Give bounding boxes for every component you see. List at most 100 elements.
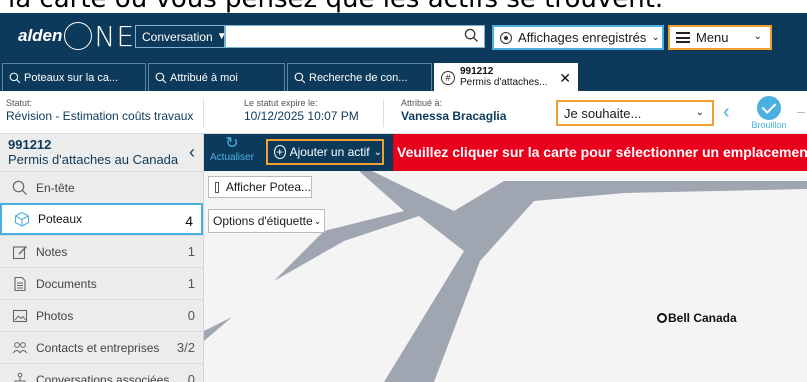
saved-views-label: Affichages enregistrés bbox=[518, 30, 647, 45]
check-circle-icon bbox=[757, 96, 781, 120]
sidebar-item-photos[interactable]: Photos 0 bbox=[0, 299, 203, 331]
search-icon bbox=[155, 72, 167, 83]
note-edit-icon bbox=[12, 245, 27, 259]
sidebar-item-label: En-tête bbox=[36, 180, 75, 195]
chevron-left-icon[interactable]: ‹ bbox=[723, 101, 730, 124]
sidebar-item-count: 1 bbox=[187, 276, 195, 291]
menu-label: Menu bbox=[696, 30, 729, 45]
tab-label: Permis d'attaches... bbox=[460, 77, 548, 88]
contacts-icon bbox=[12, 341, 28, 353]
close-icon[interactable]: ✕ bbox=[559, 70, 571, 87]
chevron-down-icon: ⌄ bbox=[695, 107, 704, 118]
assigned-value[interactable]: Vanessa Bracaglia bbox=[401, 109, 506, 124]
expiry-label: Le statut expire le: bbox=[244, 98, 318, 108]
sidebar-item-label: Photos bbox=[36, 308, 74, 323]
menu-button[interactable]: Menu ⌄ bbox=[668, 25, 772, 50]
hamburger-icon bbox=[676, 32, 690, 43]
cube-icon bbox=[14, 211, 30, 227]
divider bbox=[203, 99, 204, 127]
label-options-dropdown[interactable]: Options d'étiquette ⌄ bbox=[208, 209, 325, 233]
map-canvas[interactable]: Afficher Potea... Options d'étiquette ⌄ … bbox=[204, 171, 807, 382]
expiry-value: 10/12/2025 10:07 PM bbox=[244, 109, 359, 123]
document-icon bbox=[14, 276, 26, 291]
chevron-down-icon: ⌄ bbox=[373, 146, 382, 158]
map-marker-bell-canada[interactable]: Bell Canada bbox=[657, 311, 737, 325]
alden-one-logo[interactable]: alden NE bbox=[18, 19, 135, 53]
conversation-type-select[interactable]: Conversation ▼ bbox=[135, 25, 227, 48]
sidebar-item-notes[interactable]: Notes 1 bbox=[0, 235, 203, 267]
tab-label: Attribué à moi bbox=[170, 71, 238, 84]
checkbox-icon bbox=[215, 181, 219, 193]
logo-ne-text: NE bbox=[94, 19, 136, 53]
marker-label: Bell Canada bbox=[668, 311, 737, 325]
sidebar-item-count: 1 bbox=[187, 244, 195, 259]
tab-assigned-to-me[interactable]: Attribué à moi bbox=[148, 63, 285, 91]
assigned-field: Attribué à: Vanessa Bracaglia bbox=[401, 98, 506, 124]
show-poles-label: Afficher Potea... bbox=[225, 180, 311, 194]
app-header: alden NE Conversation ▼ Affichages enreg… bbox=[0, 13, 807, 59]
conversation-hash-icon: # bbox=[441, 70, 455, 85]
sidebar-item-documents[interactable]: Documents 1 bbox=[0, 267, 203, 299]
plus-circle-icon: + bbox=[274, 145, 286, 159]
marker-dot-icon bbox=[657, 313, 667, 323]
tab-number: 991212 bbox=[460, 66, 494, 77]
sidebar-item-count: 3/2 bbox=[176, 340, 195, 355]
sidebar-item-label: Documents bbox=[36, 276, 97, 291]
sidebar-item-poles[interactable]: Poteaux 4 bbox=[0, 203, 203, 235]
logo-ring-icon bbox=[64, 22, 93, 50]
search-icon[interactable] bbox=[464, 28, 479, 43]
refresh-button[interactable]: ↻ Actualiser bbox=[210, 136, 254, 164]
sidebar-item-label: Conversations associées bbox=[36, 372, 170, 382]
tab-bar: Poteaux sur la ca... Attribué à moi Rech… bbox=[0, 59, 807, 91]
expiry-field: Le statut expire le: 10/12/2025 10:07 PM bbox=[244, 98, 359, 124]
add-asset-label: Ajouter un actif bbox=[289, 145, 370, 159]
chevron-down-icon: ⌄ bbox=[651, 32, 660, 43]
photo-icon bbox=[12, 309, 28, 322]
sidebar-item-header[interactable]: En-tête bbox=[0, 171, 203, 203]
search-icon bbox=[294, 72, 306, 83]
search-icon bbox=[9, 72, 21, 83]
status-bar: Statut: Révision - Estimation coûts trav… bbox=[0, 91, 807, 134]
sidebar-item-related-conversations[interactable]: Conversations associées 0 bbox=[0, 363, 203, 382]
action-select-label: Je souhaite... bbox=[564, 105, 642, 121]
sidebar-item-label: Contacts et entreprises bbox=[36, 340, 160, 355]
chevron-down-icon: ⌄ bbox=[313, 215, 322, 226]
logo-alden-text: alden bbox=[18, 26, 63, 45]
sidebar-header: 991212 Permis d'attaches au Canada ‹ bbox=[0, 134, 203, 171]
sidebar-item-count: 4 bbox=[185, 213, 193, 229]
label-options-label: Options d'étiquette bbox=[213, 214, 313, 228]
network-icon bbox=[14, 372, 26, 382]
status-label: Statut: bbox=[6, 98, 33, 108]
action-select[interactable]: Je souhaite... ⌄ bbox=[556, 100, 714, 126]
conversation-title: Permis d'attaches au Canada bbox=[8, 152, 179, 167]
tab-label: Recherche de con... bbox=[309, 71, 408, 84]
conversation-number: 991212 bbox=[8, 137, 52, 152]
draft-status-button[interactable]: Brouillon bbox=[745, 96, 793, 130]
chevron-down-icon: ⌄ bbox=[753, 31, 762, 42]
divider bbox=[383, 99, 384, 127]
status-value: Révision - Estimation coûts travaux bbox=[6, 109, 194, 123]
map-roads bbox=[204, 171, 807, 382]
add-asset-button[interactable]: + Ajouter un actif ⌄ bbox=[266, 139, 384, 165]
sidebar-item-label: Notes bbox=[36, 244, 68, 259]
tab-label: Poteaux sur la ca... bbox=[24, 71, 119, 84]
status-field: Statut: Révision - Estimation coûts trav… bbox=[6, 98, 193, 124]
tab-poles-on-map[interactable]: Poteaux sur la ca... bbox=[2, 63, 146, 91]
page-caption: la carte où vous pensez que les actifs s… bbox=[0, 0, 807, 14]
collapse-sidebar-icon[interactable]: ‹ bbox=[189, 142, 195, 163]
sidebar-item-count: 0 bbox=[187, 372, 195, 382]
tab-search[interactable]: Recherche de con... bbox=[287, 63, 432, 91]
sidebar-item-contacts[interactable]: Contacts et entreprises 3/2 bbox=[0, 331, 203, 363]
assigned-label: Attribué à: bbox=[401, 98, 443, 108]
saved-views-dropdown[interactable]: Affichages enregistrés ⌄ bbox=[492, 25, 664, 50]
refresh-label: Actualiser bbox=[210, 152, 254, 163]
conversation-select-label: Conversation bbox=[142, 29, 213, 44]
search-input[interactable] bbox=[225, 25, 485, 48]
sidebar-item-count: 0 bbox=[187, 308, 195, 323]
tab-permit-991212[interactable]: # 991212 Permis d'attaches... ✕ bbox=[434, 63, 578, 91]
show-poles-checkbox[interactable]: Afficher Potea... bbox=[208, 176, 312, 198]
sidebar-item-label: Poteaux bbox=[38, 212, 83, 226]
map-toolbar: ↻ Actualiser + Ajouter un actif ⌄ Veuill… bbox=[204, 134, 807, 171]
instruction-banner: Veuillez cliquer sur la carte pour sélec… bbox=[393, 134, 807, 171]
draft-label: Brouillon bbox=[751, 120, 787, 130]
